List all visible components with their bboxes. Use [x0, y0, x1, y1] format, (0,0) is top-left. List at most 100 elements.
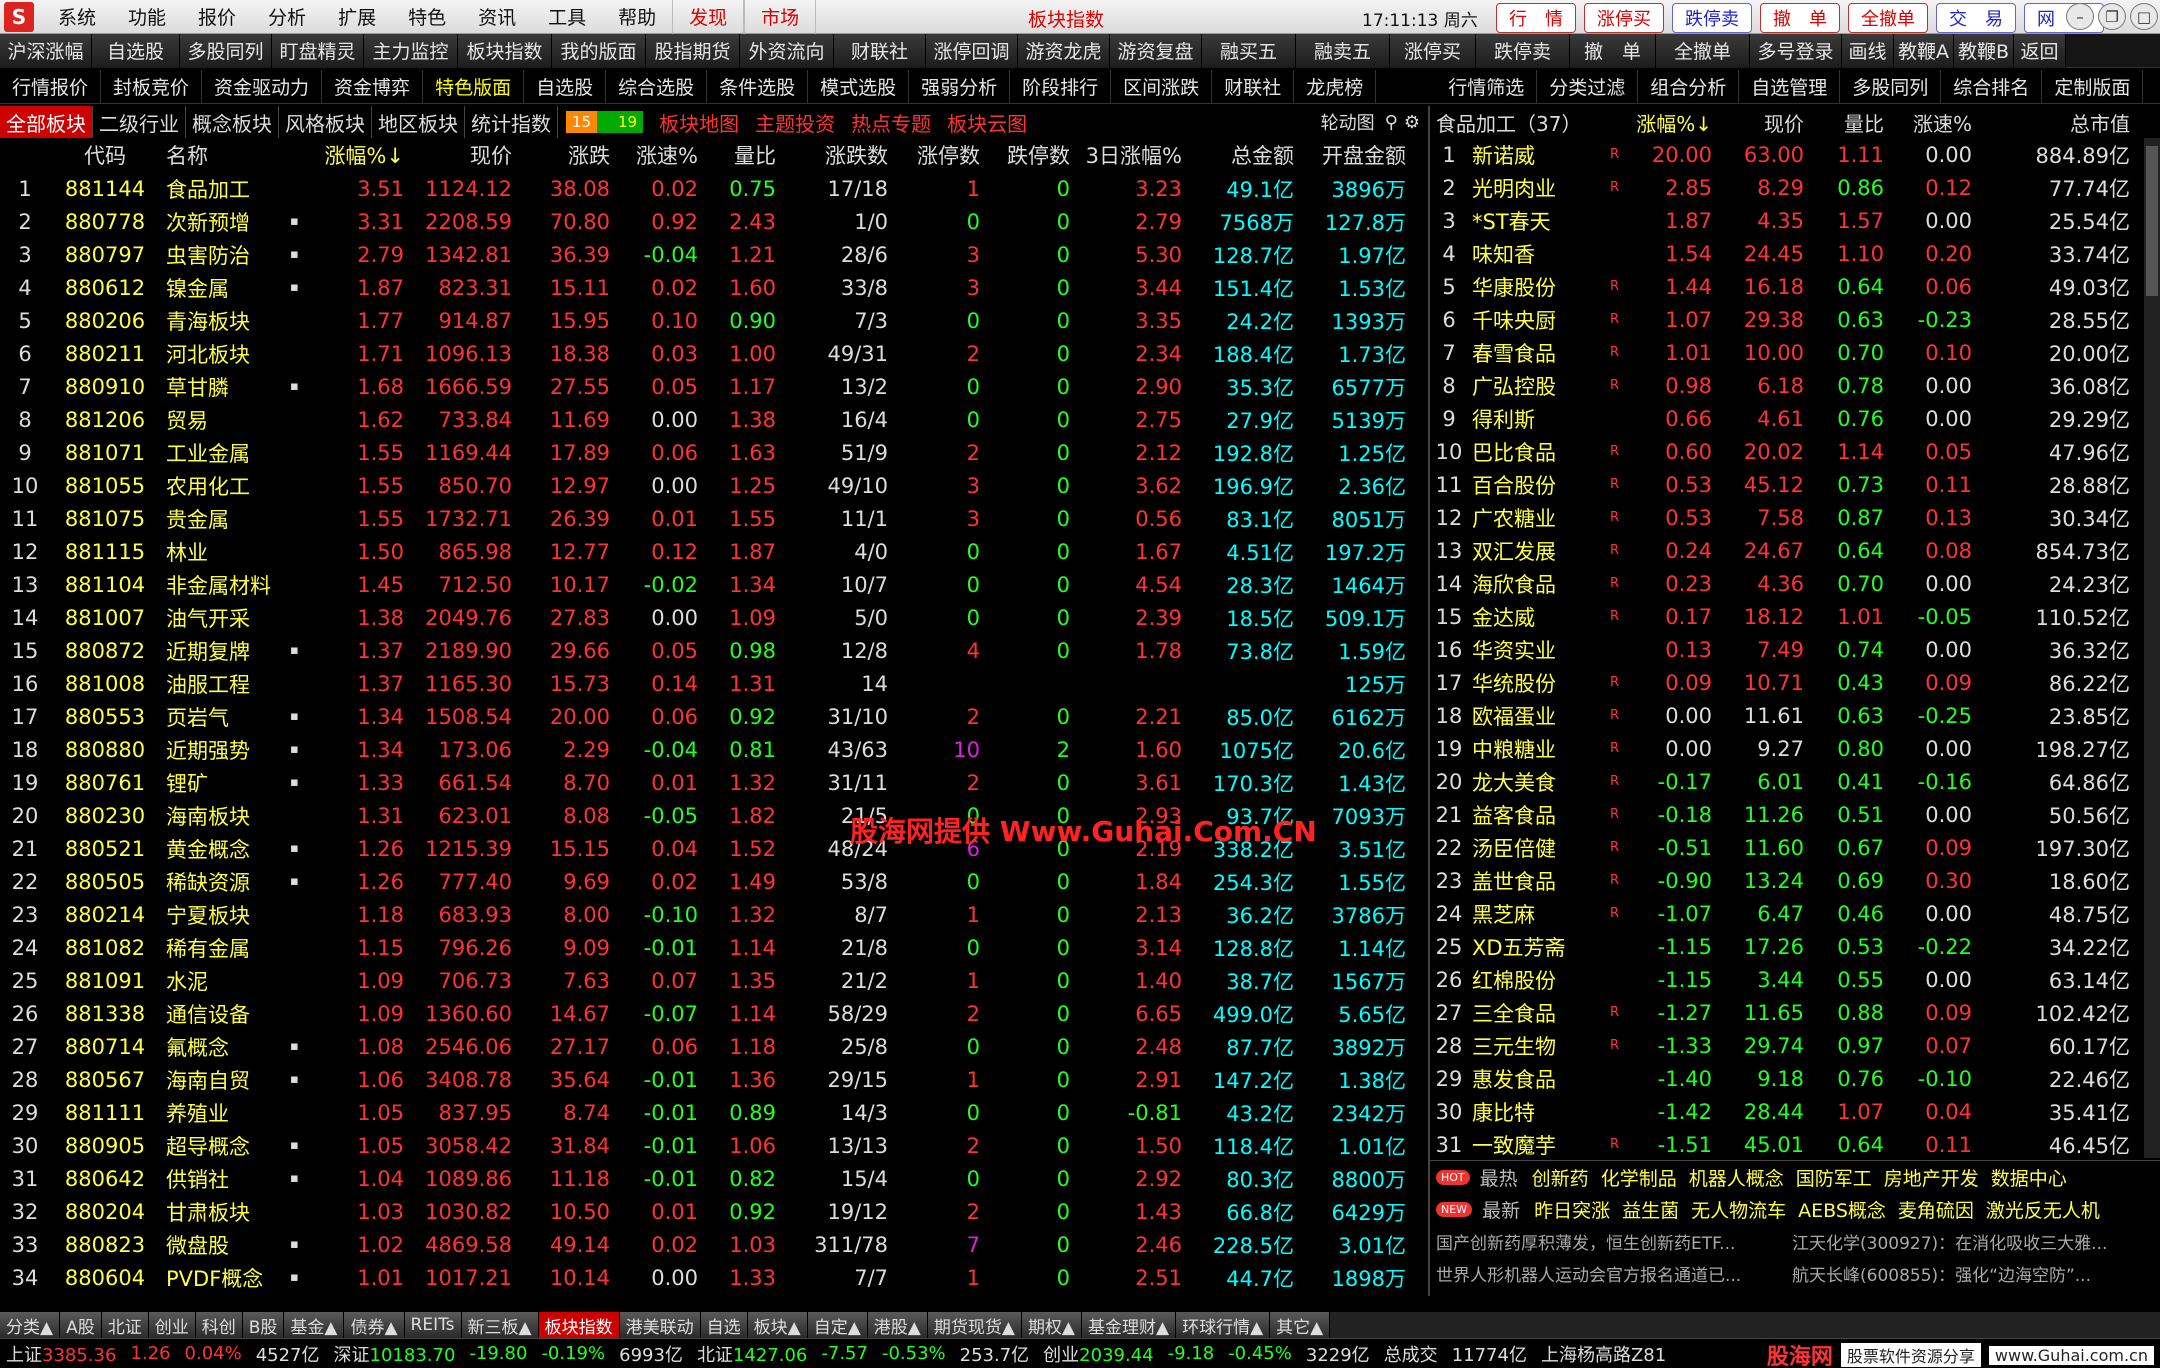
stock-row[interactable]: 20 龙大美食 R -0.17 6.01 0.41 -0.16 64.86亿	[1430, 765, 2160, 798]
stock-row[interactable]: 23 盖世食品 R -0.90 13.24 0.69 0.30 18.60亿	[1430, 864, 2160, 897]
menu-item-6[interactable]: 资讯	[462, 0, 532, 34]
function-item-20[interactable]: 定制版面	[2042, 69, 2144, 104]
market-tab-4[interactable]: 科创	[195, 1312, 243, 1338]
function-item-18[interactable]: 多股同列	[1840, 69, 1942, 104]
stock-row[interactable]: 28 三元生物 R -1.33 29.74 0.97 0.07 60.17亿	[1430, 1029, 2160, 1062]
function-item-6[interactable]: 综合选股	[606, 69, 708, 104]
feature-tab-3[interactable]: 板块云图	[947, 108, 1027, 137]
stock-row[interactable]: 24 黑芝麻 R -1.07 6.47 0.46 0.00 48.75亿	[1430, 897, 2160, 930]
function-item-19[interactable]: 综合排名	[1941, 69, 2043, 104]
stock-row[interactable]: 31 一致魔芋 R -1.51 45.01 0.64 0.11 46.45亿	[1430, 1128, 2160, 1161]
stock-row[interactable]: 25 XD五芳斋 -1.15 17.26 0.53 -0.22 34.22亿	[1430, 930, 2160, 963]
market-tab-7[interactable]: 债券▲	[344, 1312, 405, 1338]
toolbar-item-17[interactable]: 撤 单	[1570, 33, 1656, 68]
table-row[interactable]: 19 880761 锂矿 ▪ 1.33 661.54 8.70 0.01 1.32 31/11 2 0…	[0, 766, 1428, 799]
table-row[interactable]: 16 881008 油服工程 1.37 1165.30 15.73 0.14 1.31 14 12…	[0, 667, 1428, 700]
table-row[interactable]: 28 880567 海南自贸 ▪ 1.06 3408.78 35.64 -0.01 1.36 29…	[0, 1063, 1428, 1096]
table-row[interactable]: 23 880214 宁夏板块 1.18 683.93 8.00 -0.10 1.32 8/7 1 0…	[0, 898, 1428, 931]
table-row[interactable]: 17 880553 页岩气 ▪ 1.34 1508.54 20.00 0.06 0.92 31/1…	[0, 700, 1428, 733]
col-header-7[interactable]: 涨速%	[610, 140, 698, 170]
table-row[interactable]: 2 880778 次新预增 ▪ 3.31 2208.59 70.80 0.92 2.43 1/0 0…	[0, 205, 1428, 238]
market-tab-2[interactable]: 北证	[101, 1312, 149, 1338]
restore-icon[interactable]: ❐	[2098, 3, 2126, 30]
trade-button-4[interactable]: 全撤单	[1848, 3, 1928, 33]
stock-row[interactable]: 1 新诺威 R 20.00 63.00 1.11 0.00 884.89亿	[1430, 138, 2160, 171]
new-topic-1[interactable]: 益生菌	[1622, 1196, 1679, 1223]
table-row[interactable]: 7 880910 草甘膦 ▪ 1.68 1666.59 27.55 0.05 1.17 13/2 0…	[0, 370, 1428, 403]
right-col-header-7[interactable]: 总市值	[1972, 108, 2130, 137]
stock-row[interactable]: 14 海欣食品 R 0.23 4.36 0.70 0.00 24.23亿	[1430, 567, 2160, 600]
col-header-11[interactable]: 跌停数	[980, 140, 1070, 170]
toolbar-item-12[interactable]: 游资复盘	[1110, 33, 1202, 68]
function-item-12[interactable]: 财联社	[1212, 69, 1295, 104]
trade-button-1[interactable]: 涨停买	[1584, 3, 1664, 33]
table-row[interactable]: 30 880905 超导概念 ▪ 1.05 3058.42 31.84 -0.01 1.06 13…	[0, 1129, 1428, 1162]
menu-red-item-1[interactable]: 市场	[744, 0, 817, 34]
function-item-3[interactable]: 资金博弈	[322, 69, 424, 104]
menu-item-7[interactable]: 工具	[532, 0, 602, 34]
table-row[interactable]: 27 880714 氟概念 ▪ 1.08 2546.06 27.17 0.06 1.18 25/8…	[0, 1030, 1428, 1063]
table-row[interactable]: 29 881111 养殖业 1.05 837.95 8.74 -0.01 0.89 14/3 0 0…	[0, 1096, 1428, 1129]
menu-item-2[interactable]: 报价	[182, 0, 252, 34]
col-header-1[interactable]: 代码	[50, 140, 160, 170]
function-item-0[interactable]: 行情报价	[0, 69, 102, 104]
toolbar-item-14[interactable]: 融卖五	[1296, 33, 1390, 68]
stock-row[interactable]: 18 欧福蛋业 R 0.00 11.61 0.63 -0.25 23.85亿	[1430, 699, 2160, 732]
table-row[interactable]: 4 880612 镍金属 ▪ 1.87 823.31 15.11 0.02 1.60 33/8 3 0…	[0, 271, 1428, 304]
news-headline[interactable]: 世界人形机器人运动会官方报名通道已...	[1436, 1261, 1792, 1286]
new-topic-5[interactable]: 激光反无人机	[1986, 1196, 2100, 1223]
new-topic-2[interactable]: 无人物流车	[1691, 1196, 1786, 1223]
table-row[interactable]: 32 880204 甘肃板块 1.03 1030.82 10.50 0.01 0.92 19/1…	[0, 1195, 1428, 1228]
table-row[interactable]: 10 881055 农用化工 1.55 850.70 12.97 0.00 1.25 49/10…	[0, 469, 1428, 502]
stock-row[interactable]: 22 汤臣倍健 R -0.51 11.60 0.67 0.09 197.30亿	[1430, 831, 2160, 864]
gear-icon[interactable]: ⚙	[1404, 112, 1420, 133]
table-row[interactable]: 25 881091 水泥 1.09 706.73 7.63 0.07 1.35 21/2 1 0 1.…	[0, 964, 1428, 997]
stock-row[interactable]: 30 康比特 -1.42 28.44 1.07 0.04 35.41亿	[1430, 1095, 2160, 1128]
table-row[interactable]: 24 881082 稀有金属 1.15 796.26 9.09 -0.01 1.14 21/8 0…	[0, 931, 1428, 964]
new-topic-4[interactable]: 麦角硫因	[1898, 1196, 1974, 1223]
market-tab-10[interactable]: 板块指数	[538, 1312, 620, 1338]
trade-button-2[interactable]: 跌停卖	[1672, 3, 1752, 33]
new-topic-0[interactable]: 昨日突涨	[1534, 1196, 1610, 1223]
board-tab-2[interactable]: 概念板块	[186, 106, 279, 138]
scrollbar-thumb[interactable]	[2146, 146, 2158, 296]
right-col-header-6[interactable]: 涨速%	[1884, 108, 1972, 137]
function-item-14[interactable]: 行情筛选	[1436, 69, 1538, 104]
server-name[interactable]: 上海杨高路Z81	[1541, 1341, 1666, 1367]
table-row[interactable]: 12 881115 林业 1.50 865.98 12.77 0.12 1.87 4/0 0 0 1.…	[0, 535, 1428, 568]
market-tab-14[interactable]: 自定▲	[807, 1312, 868, 1338]
market-tab-11[interactable]: 港美联动	[619, 1312, 701, 1338]
table-row[interactable]: 14 881007 油气开采 1.38 2049.76 27.83 0.00 1.09 5/0 0…	[0, 601, 1428, 634]
stock-row[interactable]: 10 巴比食品 R 0.60 20.02 1.14 0.05 47.96亿	[1430, 435, 2160, 468]
col-header-8[interactable]: 量比	[698, 140, 776, 170]
toolbar-item-21[interactable]: 教鞭A	[1894, 33, 1954, 68]
toolbar-item-5[interactable]: 板块指数	[458, 33, 552, 68]
function-item-9[interactable]: 强弱分析	[909, 69, 1011, 104]
toolbar-item-22[interactable]: 教鞭B	[1954, 33, 2014, 68]
stock-row[interactable]: 3 *ST春天 1.87 4.35 1.57 0.00 25.54亿	[1430, 204, 2160, 237]
table-row[interactable]: 8 881206 贸易 1.62 733.84 11.69 0.00 1.38 16/4 0 0 2.…	[0, 403, 1428, 436]
table-row[interactable]: 9 881071 工业金属 1.55 1169.44 17.89 0.06 1.63 51/9 2…	[0, 436, 1428, 469]
hot-topic-1[interactable]: 化学制品	[1601, 1164, 1677, 1191]
table-row[interactable]: 5 880206 青海板块 1.77 914.87 15.95 0.10 0.90 7/3 0 0 3…	[0, 304, 1428, 337]
board-tab-0[interactable]: 全部板块	[0, 106, 93, 138]
market-tab-6[interactable]: 基金▲	[284, 1312, 345, 1338]
hot-topic-5[interactable]: 数据中心	[1991, 1164, 2067, 1191]
toolbar-item-11[interactable]: 游资龙虎	[1018, 33, 1110, 68]
col-header-9[interactable]: 涨跌数	[776, 140, 888, 170]
constituents-scrollbar[interactable]	[2144, 138, 2160, 1158]
hot-topic-4[interactable]: 房地产开发	[1884, 1164, 1979, 1191]
function-item-11[interactable]: 区间涨跌	[1111, 69, 1213, 104]
minimize-icon[interactable]: –	[2066, 3, 2094, 30]
board-tab-4[interactable]: 地区板块	[372, 106, 465, 138]
function-item-13[interactable]: 龙虎榜	[1294, 69, 1377, 104]
search-icon[interactable]: ⚲	[1385, 112, 1398, 133]
market-tab-17[interactable]: 期权▲	[1021, 1312, 1083, 1338]
hot-topic-2[interactable]: 机器人概念	[1689, 1164, 1784, 1191]
toolbar-item-23[interactable]: 返回	[2014, 33, 2066, 68]
toolbar-item-10[interactable]: 涨停回调	[926, 33, 1018, 68]
toolbar-item-1[interactable]: 自选股	[92, 33, 180, 68]
col-header-6[interactable]: 涨跌	[512, 140, 610, 170]
market-tab-12[interactable]: 自选	[700, 1312, 748, 1338]
stock-row[interactable]: 27 三全食品 R -1.27 11.65 0.88 0.09 102.42亿	[1430, 996, 2160, 1029]
